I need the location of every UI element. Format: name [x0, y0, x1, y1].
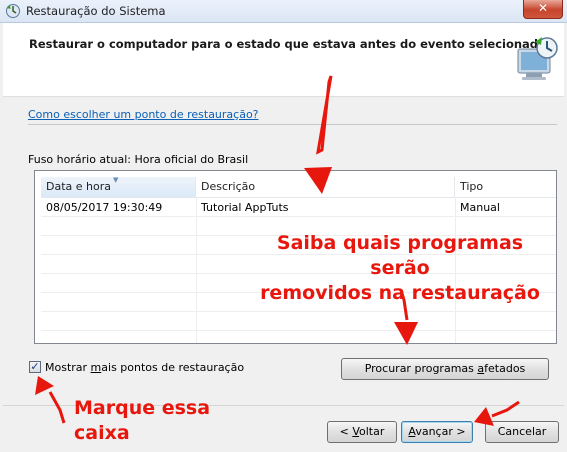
column-header-type[interactable]: Tipo [455, 177, 556, 197]
title-bar: Restauração do Sistema ✕ [0, 0, 567, 23]
show-more-restore-points-label[interactable]: Mostrar mais pontos de restauração [45, 361, 244, 374]
label-part: ais pontos de restauração [101, 361, 245, 374]
choose-restore-point-link[interactable]: Como escolher um ponto de restauração? [28, 108, 259, 121]
label-accelerator: m [90, 361, 102, 374]
button-accelerator: V [352, 425, 359, 438]
column-label: Descrição [201, 180, 256, 193]
computer-restore-icon [517, 37, 558, 80]
button-label-part: fetados [484, 362, 526, 375]
button-label-part: < [339, 425, 353, 438]
page-title: Restaurar o computador para o estado que… [29, 37, 546, 51]
sort-arrow-icon: ▼ [113, 176, 119, 184]
show-more-restore-points-checkbox[interactable]: ✓ [29, 361, 41, 373]
button-label-part: vançar > [415, 425, 466, 438]
column-header-date[interactable]: ▼ Data e hora [41, 176, 196, 197]
close-icon: ✕ [537, 1, 549, 15]
annotation-checkbox: Marque essa caixa [74, 397, 211, 444]
column-header-description[interactable]: Descrição [196, 177, 455, 197]
button-label-part: Procurar programas [364, 362, 478, 375]
system-restore-icon [6, 4, 20, 18]
table-row[interactable]: 08/05/2017 19:30:49 Tutorial AppTuts Man… [41, 198, 556, 217]
wizard-header: Restaurar o computador para o estado que… [3, 23, 564, 97]
button-label-part: oltar [359, 425, 385, 438]
scan-affected-programs-button[interactable]: Procurar programas afetados [341, 358, 549, 380]
annotation-affected-programs: Saiba quais programas serão removidos na… [250, 231, 550, 306]
back-button[interactable]: < Voltar [327, 421, 397, 443]
timezone-label: Fuso horário atual: Hora oficial do Bras… [28, 153, 249, 166]
annotation-line: removidos na restauração [260, 282, 540, 304]
cell-description: Tutorial AppTuts [201, 201, 289, 214]
cell-type: Manual [460, 201, 500, 214]
cancel-button[interactable]: Cancelar [485, 421, 559, 443]
empty-row [41, 312, 556, 331]
close-button[interactable]: ✕ [523, 0, 563, 19]
next-button[interactable]: Avançar > [401, 421, 473, 443]
column-label: Tipo [460, 180, 484, 193]
list-header: ▼ Data e hora Descrição Tipo [41, 176, 556, 198]
label-part: Mostrar [45, 361, 91, 374]
annotation-line: Saiba quais programas serão [276, 232, 524, 279]
cell-date: 08/05/2017 19:30:49 [46, 201, 163, 214]
column-label: Data e hora [46, 180, 111, 193]
window-title: Restauração do Sistema [26, 4, 166, 18]
column-divider [196, 197, 197, 343]
divider [28, 124, 557, 125]
